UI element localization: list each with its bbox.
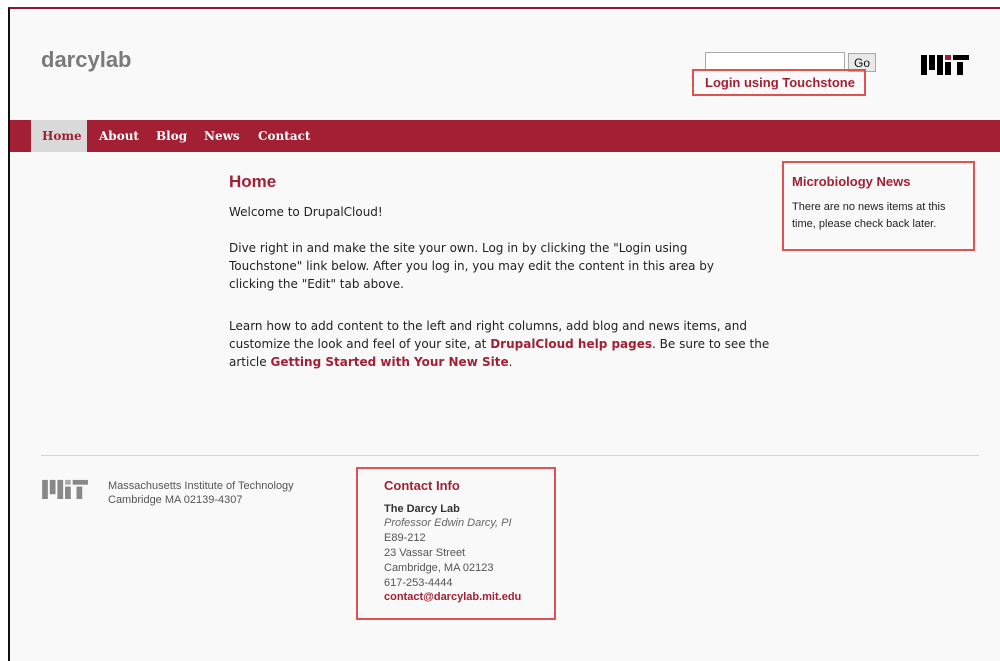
contact-info-title: Contact Info [384,478,460,493]
help-line-2: customize the look and feel of your site… [229,337,491,351]
footer-org-line: Massachusetts Institute of Technology [108,480,294,492]
contact-street: 23 Vassar Street [384,547,466,559]
contact-lab-name: The Darcy Lab [384,503,460,515]
nav-item-about[interactable]: About [88,120,150,152]
mit-logo-icon[interactable] [921,53,971,75]
help-line-3-end: . [508,355,513,369]
news-text: There are no news items at this time, pl… [792,201,946,230]
help-paragraph: Learn how to add content to the left and… [229,317,769,371]
contact-city: Cambridge, MA 02123 [384,562,494,574]
mit-footer-logo-icon [42,479,88,499]
contact-pi: Professor Edwin Darcy, PI [384,517,512,529]
contact-phone: 617-253-4444 [384,577,453,589]
nav-item-home[interactable]: Home [31,120,87,152]
intro-paragraph: Dive right in and make the site your own… [229,239,714,293]
contact-email-link[interactable]: contact@darcylab.mit.edu [384,591,521,603]
news-title: Microbiology News [792,174,911,189]
help-line-3: article [229,355,271,369]
drupalcloud-help-link[interactable]: DrupalCloud help pages [490,337,652,351]
welcome-text: Welcome to DrupalCloud! [229,205,383,219]
footer-city-line: Cambridge MA 02139-4307 [108,494,243,506]
help-line-1: Learn how to add content to the left and… [229,319,747,333]
intro-line-1: Dive right in and make the site your own… [229,241,688,255]
nav-item-blog[interactable]: Blog [145,120,198,152]
footer-divider [41,455,979,456]
footer-address: Massachusetts Institute of Technology Ca… [108,479,294,507]
intro-line-2: Touchstone" link below. After you log in… [229,259,714,273]
help-line-2-end: . Be sure to see the [652,337,770,351]
nav-item-news[interactable]: News [193,120,251,152]
getting-started-link[interactable]: Getting Started with Your New Site [270,355,508,369]
page-title: Home [229,172,277,191]
login-touchstone-link[interactable]: Login using Touchstone [705,75,855,90]
intro-line-3: clicking the "Edit" tab above. [229,277,404,291]
contact-room: E89-212 [384,532,426,544]
nav-item-contact[interactable]: Contact [247,120,321,152]
site-name[interactable]: darcylab [41,47,132,73]
